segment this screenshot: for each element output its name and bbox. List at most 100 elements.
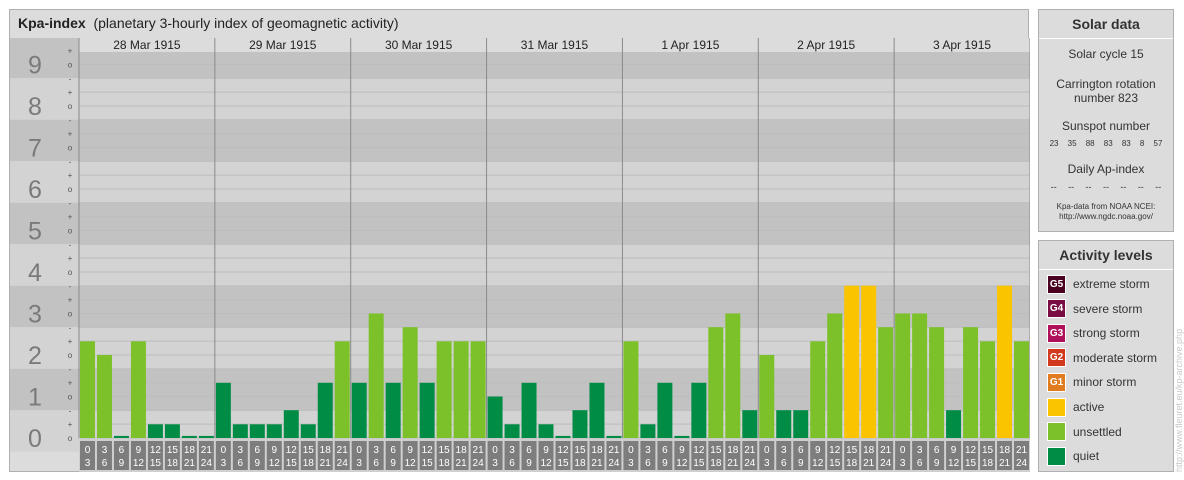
band-6 bbox=[10, 161, 1030, 203]
legend-swatch: G4 bbox=[1047, 299, 1066, 319]
y-tick-label: 8 bbox=[28, 93, 42, 121]
interval-start-label: 21 bbox=[337, 445, 349, 456]
band-3 bbox=[10, 285, 1030, 328]
kp-bar bbox=[674, 435, 690, 438]
interval-start-label: 18 bbox=[591, 445, 603, 456]
legend-label: moderate storm bbox=[1073, 350, 1158, 365]
interval-end-label: 15 bbox=[693, 458, 705, 469]
kp-bar bbox=[810, 341, 826, 438]
kp-bar bbox=[453, 341, 469, 438]
interval-end-label: 6 bbox=[781, 458, 787, 469]
data-source: Kpa-data from NOAA NCEI: http://www.ngdc… bbox=[1039, 202, 1173, 222]
sunspot-value: 83 bbox=[1103, 139, 1113, 148]
activity-levels-heading: Activity levels bbox=[1039, 241, 1173, 270]
interval-start-label: 9 bbox=[136, 445, 142, 456]
y-minor-label: - bbox=[69, 199, 72, 208]
band-4 bbox=[10, 244, 1030, 286]
interval-end-label: 3 bbox=[356, 458, 362, 469]
interval-start-label: 12 bbox=[965, 445, 977, 456]
interval-start-label: 3 bbox=[373, 445, 379, 456]
interval-start-label: 6 bbox=[390, 445, 396, 456]
kp-bar bbox=[776, 410, 792, 438]
kp-bar bbox=[317, 382, 333, 438]
y-tick-label: 1 bbox=[28, 383, 42, 411]
interval-end-label: 15 bbox=[829, 458, 841, 469]
kp-bar bbox=[232, 424, 248, 438]
kp-bar bbox=[742, 410, 758, 438]
interval-end-label: 3 bbox=[764, 458, 770, 469]
interval-start-label: 18 bbox=[456, 445, 468, 456]
y-minor-label: o bbox=[68, 143, 73, 152]
y-minor-label: o bbox=[68, 351, 73, 360]
kp-bar bbox=[300, 424, 316, 438]
interval-end-label: 9 bbox=[934, 458, 940, 469]
interval-end-label: 9 bbox=[390, 458, 396, 469]
legend-item: G1 minor storm bbox=[1047, 372, 1136, 392]
chart-title: Kpa-index (planetary 3-hourly index of g… bbox=[18, 15, 399, 31]
y-minor-label: - bbox=[69, 323, 72, 332]
activity-levels-panel: Activity levels G5 extreme storm G4 severe … bbox=[1038, 240, 1174, 472]
legend-swatch bbox=[1047, 422, 1066, 442]
interval-start-label: 3 bbox=[781, 445, 787, 456]
y-minor-label: + bbox=[68, 337, 73, 346]
interval-end-label: 9 bbox=[119, 458, 125, 469]
y-minor-label: o bbox=[68, 309, 73, 318]
ap-value: -- bbox=[1155, 182, 1162, 192]
interval-start-label: 15 bbox=[303, 445, 315, 456]
y-minor-label: + bbox=[68, 420, 73, 429]
source-url: http://www.ngdc.noaa.gov/ bbox=[1059, 212, 1153, 221]
kp-bar bbox=[436, 341, 452, 438]
legend-label: active bbox=[1073, 400, 1105, 414]
interval-start-label: 6 bbox=[662, 445, 668, 456]
ap-value: -- bbox=[1120, 182, 1127, 192]
sunspot-value: 8 bbox=[1139, 139, 1145, 148]
interval-start-label: 18 bbox=[863, 445, 875, 456]
legend-label: strong storm bbox=[1073, 326, 1140, 341]
legend-item: G4 severe storm bbox=[1047, 299, 1142, 319]
interval-start-label: 6 bbox=[526, 445, 532, 456]
day-label: 29 Mar 1915 bbox=[249, 38, 317, 52]
interval-end-label: 12 bbox=[269, 458, 281, 469]
kp-bar bbox=[963, 327, 979, 438]
interval-end-label: 9 bbox=[662, 458, 668, 469]
kp-bar bbox=[351, 382, 367, 438]
interval-start-label: 0 bbox=[628, 445, 634, 456]
kp-bar bbox=[861, 285, 877, 438]
interval-end-label: 18 bbox=[574, 458, 586, 469]
kp-bar bbox=[759, 354, 775, 438]
kp-bar bbox=[844, 285, 860, 438]
watermark: http://www.fleuret.eu/kp-archive.php bbox=[1174, 328, 1184, 472]
kp-bar bbox=[589, 382, 605, 438]
interval-start-label: 9 bbox=[679, 445, 685, 456]
legend-item: G3 strong storm bbox=[1047, 323, 1140, 343]
interval-end-label: 12 bbox=[812, 458, 824, 469]
kp-bar bbox=[368, 313, 384, 438]
interval-end-label: 21 bbox=[591, 458, 603, 469]
sunspot-values: 23 35 88 83 83 8 57 bbox=[1045, 139, 1167, 148]
kp-bar bbox=[878, 327, 894, 438]
kp-bar bbox=[470, 341, 486, 438]
interval-end-label: 24 bbox=[201, 458, 213, 469]
interval-start-label: 0 bbox=[764, 445, 770, 456]
ap-label: Daily Ap-index bbox=[1067, 162, 1145, 176]
interval-end-label: 9 bbox=[798, 458, 804, 469]
interval-start-label: 6 bbox=[934, 445, 940, 456]
legend-swatch: G1 bbox=[1047, 372, 1066, 392]
y-tick-label: 4 bbox=[28, 259, 42, 287]
interval-end-label: 15 bbox=[422, 458, 434, 469]
interval-start-label: 21 bbox=[744, 445, 756, 456]
legend-swatch: G3 bbox=[1047, 323, 1066, 343]
interval-end-label: 18 bbox=[303, 458, 315, 469]
y-tick-label: 7 bbox=[28, 134, 42, 162]
interval-end-label: 12 bbox=[133, 458, 145, 469]
y-tick-label: 9 bbox=[28, 51, 42, 79]
interval-start-label: 3 bbox=[645, 445, 651, 456]
kp-bar bbox=[929, 327, 945, 438]
kp-bar bbox=[980, 341, 996, 438]
kp-bar bbox=[521, 382, 537, 438]
day-label: 2 Apr 1915 bbox=[797, 38, 855, 52]
y-minor-label: o bbox=[68, 185, 73, 194]
ap-value: -- bbox=[1085, 182, 1092, 192]
legend-label: severe storm bbox=[1073, 301, 1143, 316]
interval-start-label: 9 bbox=[407, 445, 413, 456]
